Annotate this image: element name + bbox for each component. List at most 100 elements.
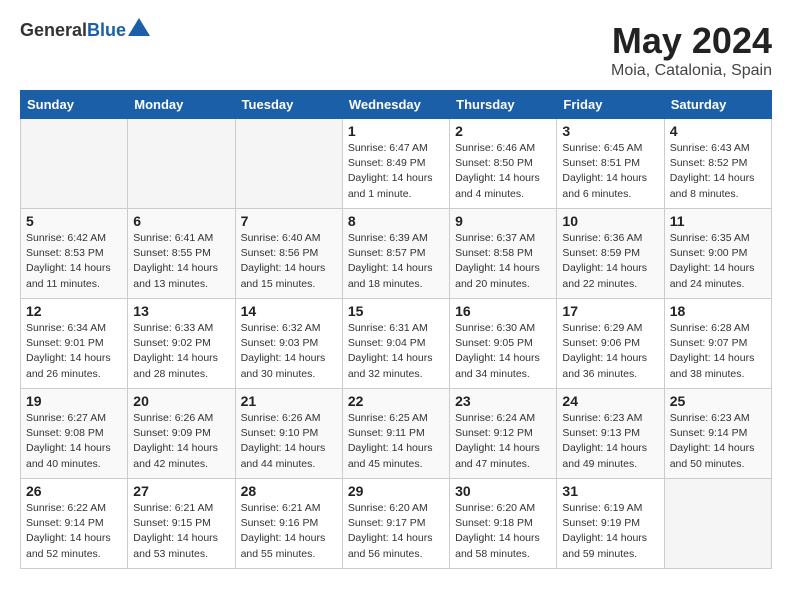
day-info: Sunrise: 6:23 AMSunset: 9:13 PMDaylight:… bbox=[562, 411, 658, 472]
day-info: Sunrise: 6:27 AMSunset: 9:08 PMDaylight:… bbox=[26, 411, 122, 472]
day-info: Sunrise: 6:43 AMSunset: 8:52 PMDaylight:… bbox=[670, 141, 766, 202]
day-cell: 1Sunrise: 6:47 AMSunset: 8:49 PMDaylight… bbox=[342, 119, 449, 209]
col-header-saturday: Saturday bbox=[664, 91, 771, 119]
day-number: 13 bbox=[133, 303, 229, 319]
day-cell: 27 Sunrise: 6:21 AMSunset: 9:15 PMDayligh… bbox=[128, 479, 235, 569]
day-info: Sunrise: 6:24 AMSunset: 9:12 PMDaylight:… bbox=[455, 411, 551, 472]
day-info: Sunrise: 6:36 AMSunset: 8:59 PMDaylight:… bbox=[562, 231, 658, 292]
day-number: 26 bbox=[26, 483, 122, 499]
title-block: May 2024 Moia, Catalonia, Spain bbox=[611, 20, 772, 80]
day-number: 27 bbox=[133, 483, 229, 499]
day-number: 16 bbox=[455, 303, 551, 319]
location: Moia, Catalonia, Spain bbox=[611, 62, 772, 80]
day-number: 8 bbox=[348, 213, 444, 229]
day-number: 18 bbox=[670, 303, 766, 319]
day-info: Sunrise: 6:21 AMSunset: 9:15 PMDaylight:… bbox=[133, 501, 229, 562]
day-number: 19 bbox=[26, 393, 122, 409]
day-info: Sunrise: 6:35 AMSunset: 9:00 PMDaylight:… bbox=[670, 231, 766, 292]
col-header-tuesday: Tuesday bbox=[235, 91, 342, 119]
header-row: SundayMondayTuesdayWednesdayThursdayFrid… bbox=[21, 91, 772, 119]
day-cell: 12Sunrise: 6:34 AMSunset: 9:01 PMDayligh… bbox=[21, 299, 128, 389]
day-number: 2 bbox=[455, 123, 551, 139]
day-cell: 28 Sunrise: 6:21 AMSunset: 9:16 PMDayligh… bbox=[235, 479, 342, 569]
day-cell: 16 Sunrise: 6:30 AMSunset: 9:05 PMDayligh… bbox=[450, 299, 557, 389]
col-header-sunday: Sunday bbox=[21, 91, 128, 119]
day-number: 25 bbox=[670, 393, 766, 409]
day-number: 6 bbox=[133, 213, 229, 229]
day-number: 11 bbox=[670, 213, 766, 229]
col-header-friday: Friday bbox=[557, 91, 664, 119]
day-number: 4 bbox=[670, 123, 766, 139]
day-number: 1 bbox=[348, 123, 444, 139]
day-cell: 5 Sunrise: 6:42 AMSunset: 8:53 PMDaylight… bbox=[21, 209, 128, 299]
month-title: May 2024 bbox=[611, 20, 772, 62]
day-number: 23 bbox=[455, 393, 551, 409]
day-cell: 30 Sunrise: 6:20 AMSunset: 9:18 PMDayligh… bbox=[450, 479, 557, 569]
day-number: 7 bbox=[241, 213, 337, 229]
day-cell: 22Sunrise: 6:25 AMSunset: 9:11 PMDayligh… bbox=[342, 389, 449, 479]
day-number: 9 bbox=[455, 213, 551, 229]
day-number: 14 bbox=[241, 303, 337, 319]
day-number: 22 bbox=[348, 393, 444, 409]
day-cell: 18 Sunrise: 6:28 AMSunset: 9:07 PMDayligh… bbox=[664, 299, 771, 389]
day-cell: 17 Sunrise: 6:29 AMSunset: 9:06 PMDayligh… bbox=[557, 299, 664, 389]
day-cell: 4 Sunrise: 6:43 AMSunset: 8:52 PMDaylight… bbox=[664, 119, 771, 209]
week-row-2: 5 Sunrise: 6:42 AMSunset: 8:53 PMDaylight… bbox=[21, 209, 772, 299]
day-info: Sunrise: 6:26 AMSunset: 9:10 PMDaylight:… bbox=[241, 411, 337, 472]
day-info: Sunrise: 6:22 AMSunset: 9:14 PMDaylight:… bbox=[26, 501, 122, 562]
day-cell: 15 Sunrise: 6:31 AMSunset: 9:04 PMDayligh… bbox=[342, 299, 449, 389]
week-row-1: 1Sunrise: 6:47 AMSunset: 8:49 PMDaylight… bbox=[21, 119, 772, 209]
day-info: Sunrise: 6:30 AMSunset: 9:05 PMDaylight:… bbox=[455, 321, 551, 382]
day-cell: 9 Sunrise: 6:37 AMSunset: 8:58 PMDaylight… bbox=[450, 209, 557, 299]
day-info: Sunrise: 6:39 AMSunset: 8:57 PMDaylight:… bbox=[348, 231, 444, 292]
day-number: 28 bbox=[241, 483, 337, 499]
day-cell: 20Sunrise: 6:26 AMSunset: 9:09 PMDayligh… bbox=[128, 389, 235, 479]
day-number: 31 bbox=[562, 483, 658, 499]
week-row-4: 19 Sunrise: 6:27 AMSunset: 9:08 PMDayligh… bbox=[21, 389, 772, 479]
day-info: Sunrise: 6:28 AMSunset: 9:07 PMDaylight:… bbox=[670, 321, 766, 382]
day-number: 29 bbox=[348, 483, 444, 499]
week-row-3: 12Sunrise: 6:34 AMSunset: 9:01 PMDayligh… bbox=[21, 299, 772, 389]
day-info: Sunrise: 6:21 AMSunset: 9:16 PMDaylight:… bbox=[241, 501, 337, 562]
day-number: 21 bbox=[241, 393, 337, 409]
day-info: Sunrise: 6:29 AMSunset: 9:06 PMDaylight:… bbox=[562, 321, 658, 382]
day-cell: 25 Sunrise: 6:23 AMSunset: 9:14 PMDayligh… bbox=[664, 389, 771, 479]
day-cell: 14Sunrise: 6:32 AMSunset: 9:03 PMDayligh… bbox=[235, 299, 342, 389]
day-info: Sunrise: 6:41 AMSunset: 8:55 PMDaylight:… bbox=[133, 231, 229, 292]
calendar-table: SundayMondayTuesdayWednesdayThursdayFrid… bbox=[20, 90, 772, 569]
day-cell: 19 Sunrise: 6:27 AMSunset: 9:08 PMDayligh… bbox=[21, 389, 128, 479]
day-cell bbox=[235, 119, 342, 209]
day-cell bbox=[664, 479, 771, 569]
logo-text-blue: Blue bbox=[87, 20, 126, 40]
day-cell: 2Sunrise: 6:46 AMSunset: 8:50 PMDaylight… bbox=[450, 119, 557, 209]
day-number: 10 bbox=[562, 213, 658, 229]
day-info: Sunrise: 6:33 AMSunset: 9:02 PMDaylight:… bbox=[133, 321, 229, 382]
day-info: Sunrise: 6:20 AMSunset: 9:17 PMDaylight:… bbox=[348, 501, 444, 562]
day-info: Sunrise: 6:37 AMSunset: 8:58 PMDaylight:… bbox=[455, 231, 551, 292]
day-cell: 29 Sunrise: 6:20 AMSunset: 9:17 PMDayligh… bbox=[342, 479, 449, 569]
day-cell: 11 Sunrise: 6:35 AMSunset: 9:00 PMDayligh… bbox=[664, 209, 771, 299]
day-cell: 13 Sunrise: 6:33 AMSunset: 9:02 PMDayligh… bbox=[128, 299, 235, 389]
day-number: 15 bbox=[348, 303, 444, 319]
logo: GeneralBlue bbox=[20, 20, 126, 41]
day-info: Sunrise: 6:19 AMSunset: 9:19 PMDaylight:… bbox=[562, 501, 658, 562]
day-info: Sunrise: 6:42 AMSunset: 8:53 PMDaylight:… bbox=[26, 231, 122, 292]
day-info: Sunrise: 6:20 AMSunset: 9:18 PMDaylight:… bbox=[455, 501, 551, 562]
day-cell: 7Sunrise: 6:40 AMSunset: 8:56 PMDaylight… bbox=[235, 209, 342, 299]
day-cell: 6 Sunrise: 6:41 AMSunset: 8:55 PMDaylight… bbox=[128, 209, 235, 299]
day-info: Sunrise: 6:45 AMSunset: 8:51 PMDaylight:… bbox=[562, 141, 658, 202]
day-cell: 8 Sunrise: 6:39 AMSunset: 8:57 PMDaylight… bbox=[342, 209, 449, 299]
day-number: 5 bbox=[26, 213, 122, 229]
day-cell: 24Sunrise: 6:23 AMSunset: 9:13 PMDayligh… bbox=[557, 389, 664, 479]
week-row-5: 26 Sunrise: 6:22 AMSunset: 9:14 PMDayligh… bbox=[21, 479, 772, 569]
day-cell bbox=[21, 119, 128, 209]
day-info: Sunrise: 6:23 AMSunset: 9:14 PMDaylight:… bbox=[670, 411, 766, 472]
day-number: 20 bbox=[133, 393, 229, 409]
day-number: 17 bbox=[562, 303, 658, 319]
page-header: GeneralBlue May 2024 Moia, Catalonia, Sp… bbox=[20, 20, 772, 80]
logo-icon bbox=[128, 18, 150, 36]
logo-text-general: General bbox=[20, 20, 87, 40]
day-info: Sunrise: 6:31 AMSunset: 9:04 PMDaylight:… bbox=[348, 321, 444, 382]
day-number: 30 bbox=[455, 483, 551, 499]
col-header-monday: Monday bbox=[128, 91, 235, 119]
